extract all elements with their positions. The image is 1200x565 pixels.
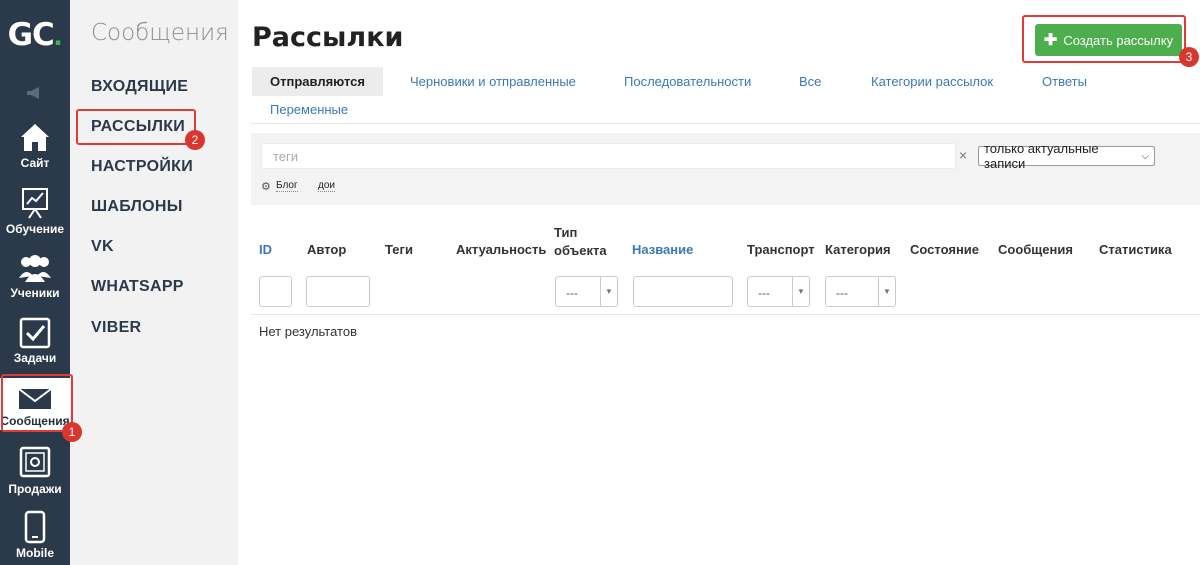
dropdown-arrow-icon: ▼	[878, 277, 895, 306]
sidebar-item-label: Продажи	[8, 482, 62, 496]
highlight-create-button	[1022, 15, 1186, 63]
sidebar-toggle[interactable]	[0, 80, 70, 106]
category-filter-value: ---	[836, 286, 848, 300]
annotation-badge-1: 1	[62, 422, 82, 442]
sidebar-item-tasks[interactable]: Задачи	[0, 315, 70, 379]
subnav-item-inbox[interactable]: ВХОДЯЩИЕ	[91, 78, 188, 96]
column-header-id[interactable]: ID	[259, 242, 272, 257]
tags-input[interactable]: теги	[261, 143, 956, 169]
highlight-mailings	[76, 109, 196, 145]
tag-chip-blog[interactable]: Блог	[276, 180, 298, 192]
column-header-tags: Теги	[385, 242, 413, 257]
subnav-item-viber[interactable]: VIBER	[91, 319, 141, 337]
column-header-author: Автор	[307, 242, 347, 257]
tab-all[interactable]: Все	[799, 74, 821, 89]
subnav-title: Сообщения	[91, 20, 229, 46]
column-header-state: Состояние	[910, 242, 980, 257]
highlight-messages	[1, 374, 73, 432]
megaphone-icon	[27, 87, 39, 99]
sidebar-item-learning[interactable]: Обучение	[0, 184, 70, 248]
actuality-select[interactable]: только актуальные записи ⌵	[978, 141, 1155, 171]
sidebar-item-sales[interactable]: Продажи	[0, 444, 70, 508]
tab-variables[interactable]: Переменные	[270, 102, 348, 117]
column-header-statistics: Статистика	[1099, 242, 1172, 257]
sidebar-item-site[interactable]: Сайт	[0, 118, 70, 182]
column-header-category: Категория	[825, 242, 891, 257]
safe-icon	[19, 446, 51, 478]
tab-sequences[interactable]: Последовательности	[624, 74, 751, 89]
chevron-down-icon: ⌵	[1141, 150, 1149, 162]
sidebar-item-label: Задачи	[13, 351, 57, 365]
main-content: Рассылки ✚ Создать рассылку Отправляются…	[238, 0, 1200, 565]
sidebar-item-label: Обучение	[5, 222, 65, 236]
column-header-messages: Сообщения	[998, 242, 1073, 257]
object-type-filter-select[interactable]: --- ▼	[555, 276, 618, 307]
annotation-badge-2: 2	[185, 130, 205, 150]
actuality-select-value: только актуальные записи	[984, 141, 1099, 171]
subnav-item-vk[interactable]: VK	[91, 238, 114, 256]
column-header-transport: Транспорт	[747, 242, 815, 257]
sidebar-item-label: Ученики	[10, 286, 60, 300]
sidebar-item-label: Сайт	[20, 156, 50, 170]
smartphone-icon	[24, 510, 46, 544]
logo[interactable]: GC.	[0, 0, 70, 70]
sidebar-item-students[interactable]: Ученики	[0, 250, 70, 314]
tab-mailing-categories[interactable]: Категории рассылок	[871, 74, 993, 89]
table-divider	[251, 314, 1200, 315]
transport-filter-value: ---	[758, 286, 770, 300]
empty-state-text: Нет результатов	[259, 324, 357, 339]
main-sidebar: GC. Сайт Обучение Ученики Задачи Сообщен…	[0, 0, 70, 565]
subnav-item-settings[interactable]: НАСТРОЙКИ	[91, 158, 193, 176]
gear-icon[interactable]: ⚙	[261, 180, 271, 193]
app-root: GC. Сайт Обучение Ученики Задачи Сообщен…	[0, 0, 1200, 565]
presentation-chart-icon	[22, 188, 48, 219]
filter-panel: теги × только актуальные записи ⌵ ⚙ Блог…	[251, 133, 1200, 205]
checkbox-icon	[19, 317, 51, 349]
column-header-actuality: Актуальность	[456, 242, 547, 257]
column-header-name[interactable]: Название	[632, 242, 693, 257]
logo-dot: .	[53, 17, 63, 52]
tab-drafts-sent[interactable]: Черновики и отправленные	[410, 74, 576, 89]
sidebar-item-label: Mobile	[16, 546, 54, 560]
name-filter-input[interactable]	[633, 276, 733, 307]
page-title: Рассылки	[252, 22, 404, 53]
sidebar-item-mobile[interactable]: Mobile	[0, 508, 70, 565]
clear-tags-icon[interactable]: ×	[959, 147, 967, 163]
logo-text: GC	[7, 17, 55, 53]
tag-chip-doi[interactable]: дои	[318, 180, 335, 192]
messages-subnav: Сообщения ВХОДЯЩИЕ РАССЫЛКИ НАСТРОЙКИ ША…	[70, 0, 238, 565]
tab-sending[interactable]: Отправляются	[252, 67, 383, 96]
tab-replies[interactable]: Ответы	[1042, 74, 1087, 89]
object-type-filter-value: ---	[566, 286, 578, 300]
dropdown-arrow-icon: ▼	[600, 277, 617, 306]
users-icon	[19, 255, 51, 282]
column-header-object-type: Тип объекта	[554, 225, 607, 258]
subnav-item-templates[interactable]: ШАБЛОНЫ	[91, 198, 183, 216]
id-filter-input[interactable]	[259, 276, 292, 307]
category-filter-select[interactable]: --- ▼	[825, 276, 896, 307]
dropdown-arrow-icon: ▼	[792, 277, 809, 306]
tabs-divider	[251, 123, 1200, 124]
home-icon	[21, 124, 49, 151]
transport-filter-select[interactable]: --- ▼	[747, 276, 810, 307]
subnav-item-whatsapp[interactable]: WHATSAPP	[91, 278, 184, 296]
author-filter-input[interactable]	[306, 276, 370, 307]
annotation-badge-3: 3	[1179, 47, 1199, 67]
